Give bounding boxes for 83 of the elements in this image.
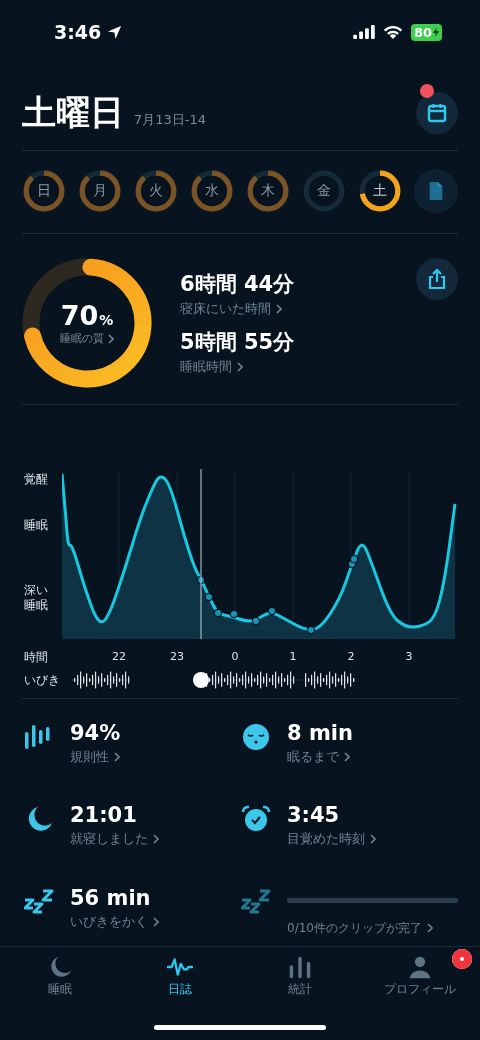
stat-link[interactable]: 就寝しました — [70, 830, 159, 849]
day-button[interactable]: 日 — [22, 169, 66, 213]
playhead-handle[interactable] — [193, 672, 209, 688]
day-button[interactable]: 水 — [190, 169, 234, 213]
day-title: 土曜日 — [22, 91, 124, 134]
chevron-icon — [114, 752, 120, 762]
zzz-icon — [241, 887, 271, 916]
wifi-icon — [381, 24, 404, 40]
hour-tick: 22 — [112, 649, 126, 663]
chevron-icon — [426, 923, 433, 934]
axis-title: 時間 — [24, 649, 49, 666]
stage-label: 深い睡眠 — [24, 583, 49, 613]
chevron-icon — [370, 834, 376, 845]
stat-value: 56 min — [70, 885, 152, 910]
stat-link[interactable]: 目覚めた時刻 — [287, 830, 376, 849]
stat-link[interactable]: 眠るまで — [287, 748, 350, 766]
person-icon — [407, 955, 433, 979]
chevron-icon — [344, 752, 350, 762]
stat-value: 21:01 — [70, 803, 138, 828]
day-ring — [78, 169, 122, 213]
chevron-icon — [237, 362, 243, 372]
stat-value: 3:45 — [287, 803, 341, 828]
sleepy-face-icon — [241, 723, 271, 751]
snoring-label: いびき — [24, 671, 61, 689]
signal-icon — [352, 25, 375, 39]
duration-value: 6時間 44分 — [180, 271, 296, 298]
stat-link[interactable]: 0/10件のクリップが完了 — [287, 919, 433, 937]
tab[interactable]: 日誌 — [167, 955, 193, 1011]
data-point — [349, 554, 359, 564]
duration-link[interactable]: 寝床にいた時間 — [180, 300, 282, 318]
bar-chart-icon — [287, 955, 313, 979]
chevron-icon — [108, 333, 114, 344]
day-ring — [358, 169, 402, 213]
alarm-clock-icon — [241, 805, 271, 834]
day-ring — [246, 169, 290, 213]
hour-tick: 2 — [347, 649, 355, 663]
hour-tick: 3 — [405, 649, 413, 663]
data-point — [267, 606, 277, 616]
location-arrow-icon — [107, 24, 123, 40]
data-point — [306, 625, 316, 635]
duration-value: 5時間 55分 — [180, 329, 296, 356]
day-button[interactable]: 木 — [246, 169, 290, 213]
status-time: 3:46 — [54, 21, 102, 43]
day-button[interactable]: 火 — [134, 169, 178, 213]
data-point — [229, 609, 239, 619]
duration-link[interactable]: 睡眠時間 — [180, 358, 243, 376]
stage-label: 睡眠 — [24, 517, 48, 534]
sleep-quality-ring[interactable]: 70% 睡眠の質 — [22, 258, 152, 388]
document-icon — [427, 181, 445, 201]
stat-value: 94% — [70, 721, 122, 745]
stat-link[interactable]: いびきをかく — [70, 912, 159, 931]
report-button[interactable] — [414, 169, 458, 213]
data-point — [213, 608, 223, 618]
calendar-icon — [426, 102, 448, 124]
day-ring — [134, 169, 178, 213]
data-point — [204, 592, 214, 602]
stat-value: 8 min — [287, 721, 354, 745]
hour-tick: 0 — [231, 649, 239, 663]
hour-tick: 1 — [289, 649, 297, 663]
day-button[interactable]: 土 — [358, 169, 402, 213]
zzz-icon — [24, 887, 54, 916]
share-icon — [426, 268, 448, 290]
data-point — [196, 575, 206, 585]
day-ring — [22, 169, 66, 213]
tab[interactable]: 統計 — [287, 955, 313, 1011]
day-ring — [190, 169, 234, 213]
stat-link[interactable]: 規則性 — [70, 748, 120, 766]
hour-tick: 23 — [170, 649, 184, 663]
chevron-icon — [276, 304, 282, 314]
tab[interactable]: プロフィール — [384, 955, 456, 1011]
share-button[interactable] — [416, 258, 458, 300]
chevron-icon — [153, 834, 159, 845]
date-range: 7月13日-14 — [134, 111, 207, 129]
battery-indicator: 80 — [410, 23, 442, 41]
day-ring — [302, 169, 346, 213]
stage-label: 覚醒 — [24, 471, 48, 488]
data-point — [251, 616, 261, 626]
chevron-icon — [153, 916, 159, 927]
tab[interactable]: 睡眠 — [47, 955, 73, 1011]
day-button[interactable]: 月 — [78, 169, 122, 213]
calendar-button[interactable] — [416, 92, 458, 134]
wave-icon — [167, 955, 193, 979]
day-button[interactable]: 金 — [302, 169, 346, 213]
